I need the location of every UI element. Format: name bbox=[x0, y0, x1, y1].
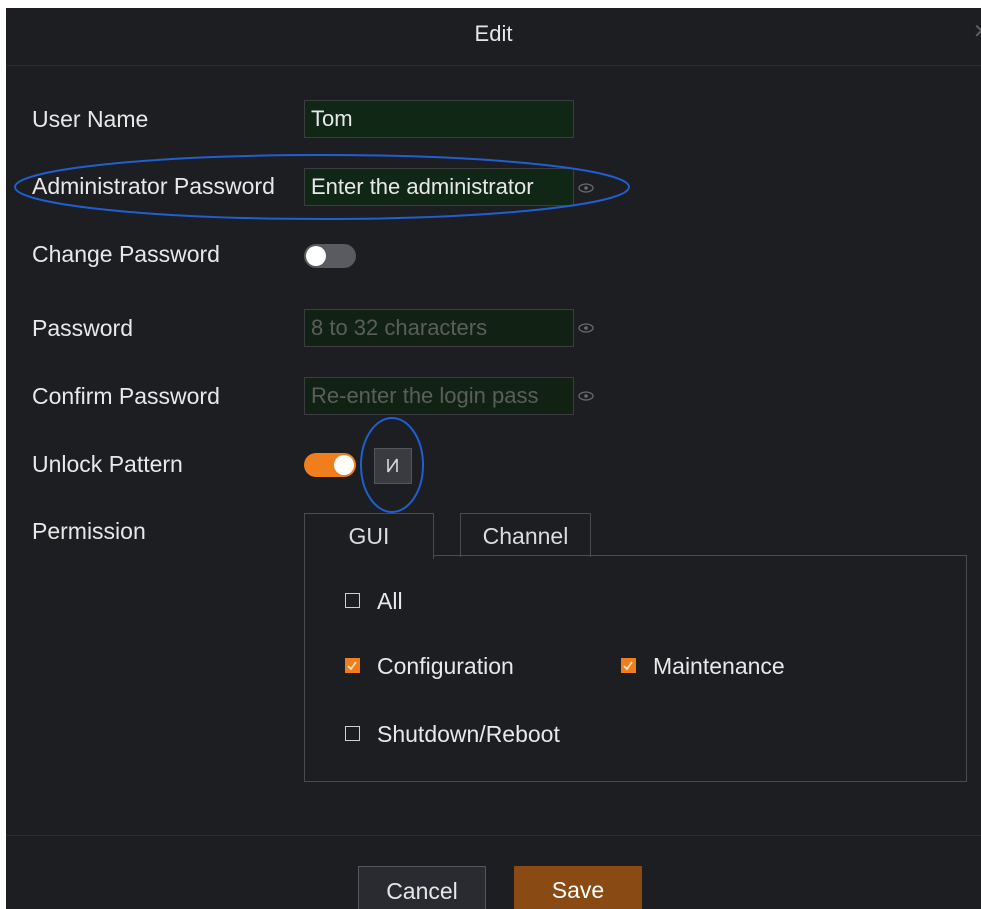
password-label: Password bbox=[32, 315, 133, 341]
checkbox-shutdown-reboot[interactable] bbox=[345, 726, 360, 741]
checkmark-icon bbox=[623, 661, 633, 671]
pattern-edit-icon bbox=[387, 458, 398, 473]
unlock-pattern-label: Unlock Pattern bbox=[32, 451, 183, 477]
dialog-titlebar: Edit ✕ bbox=[6, 8, 981, 66]
close-icon[interactable]: ✕ bbox=[973, 22, 981, 42]
cancel-button[interactable]: Cancel bbox=[358, 866, 486, 909]
save-button[interactable]: Save bbox=[514, 866, 642, 909]
checkbox-shutdown-reboot-label: Shutdown/Reboot bbox=[377, 721, 560, 747]
confirm-password-input[interactable]: Re-enter the login pass bbox=[304, 377, 574, 415]
eye-icon[interactable] bbox=[578, 391, 594, 401]
checkbox-configuration[interactable] bbox=[345, 658, 360, 673]
password-input[interactable]: 8 to 32 characters bbox=[304, 309, 574, 347]
eye-icon[interactable] bbox=[578, 323, 594, 333]
permission-label: Permission bbox=[32, 518, 146, 544]
edit-user-dialog: Edit ✕ User Name Tom Administrator Passw… bbox=[6, 8, 981, 909]
change-password-toggle[interactable] bbox=[304, 244, 356, 268]
footer-divider bbox=[6, 835, 981, 836]
checkbox-all-label: All bbox=[377, 588, 403, 614]
tab-gui[interactable]: GUI bbox=[304, 513, 434, 559]
pattern-edit-button[interactable] bbox=[374, 448, 412, 484]
user-name-input[interactable]: Tom bbox=[304, 100, 574, 138]
change-password-label: Change Password bbox=[32, 241, 220, 267]
dialog-title: Edit bbox=[474, 21, 513, 46]
toggle-knob bbox=[334, 455, 354, 475]
tab-channel[interactable]: Channel bbox=[460, 513, 591, 557]
confirm-password-label: Confirm Password bbox=[32, 383, 220, 409]
checkbox-configuration-label: Configuration bbox=[377, 653, 514, 679]
eye-icon[interactable] bbox=[578, 183, 594, 193]
unlock-pattern-toggle[interactable] bbox=[304, 453, 356, 477]
checkbox-maintenance[interactable] bbox=[621, 658, 636, 673]
admin-password-label: Administrator Password bbox=[32, 173, 275, 199]
toggle-knob bbox=[306, 246, 326, 266]
checkbox-all[interactable] bbox=[345, 593, 360, 608]
user-name-label: User Name bbox=[32, 106, 149, 132]
admin-password-input[interactable]: Enter the administrator bbox=[304, 168, 574, 206]
checkmark-icon bbox=[347, 661, 357, 671]
checkbox-maintenance-label: Maintenance bbox=[653, 653, 785, 679]
